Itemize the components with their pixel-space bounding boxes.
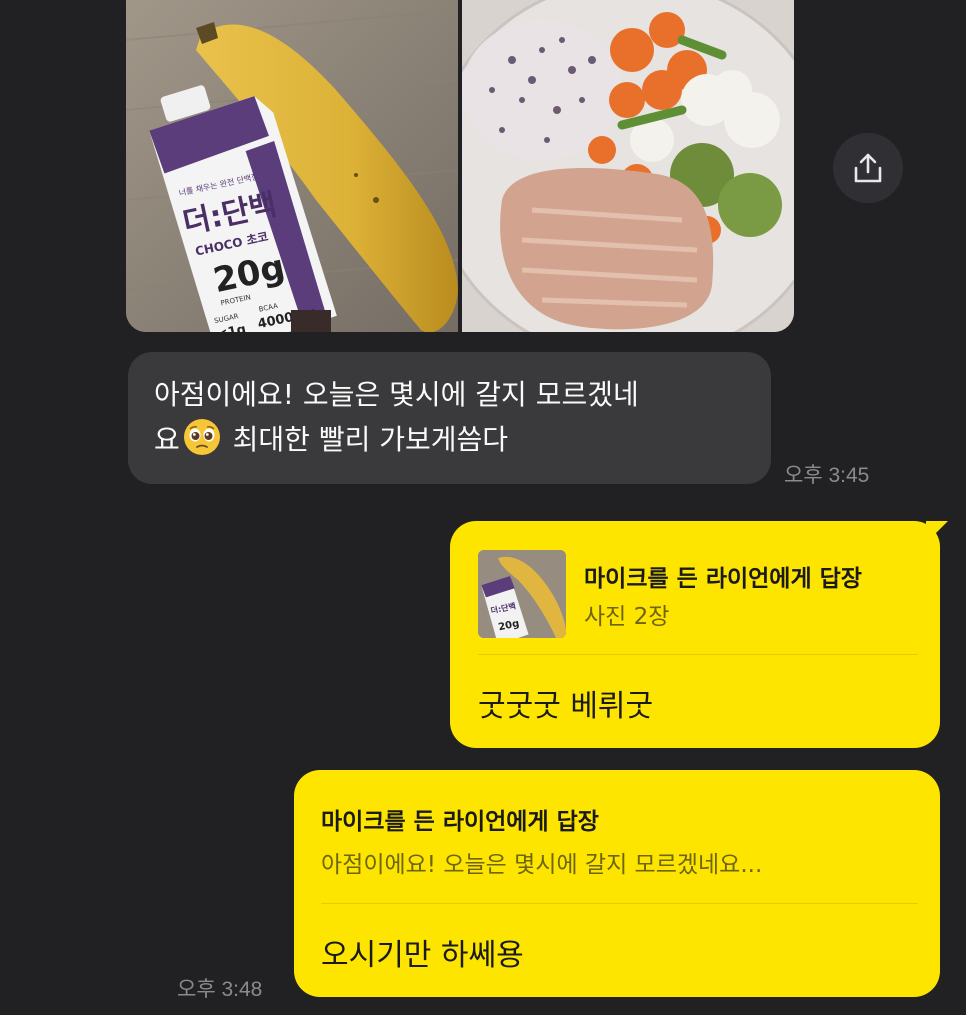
reply-to-title: 마이크를 든 라이언에게 답장 xyxy=(584,566,862,592)
outgoing-message-time: 오후 3:48 xyxy=(177,978,263,1001)
incoming-message-bubble[interactable]: 아점이에요! 오늘은 몇시에 갈지 모르겠네 요 최대한 빨리 가보게씀다 xyxy=(128,352,771,484)
thumbnail-image: 더:단백 20g xyxy=(478,550,566,638)
incoming-message-time: 오후 3:45 xyxy=(784,464,870,487)
share-icon xyxy=(854,153,882,183)
pleading-face-emoji-icon xyxy=(182,417,222,457)
reply-photo-thumbnail[interactable]: 더:단백 20g xyxy=(478,550,566,638)
photo-meal-plate[interactable] xyxy=(462,0,794,332)
incoming-message-line2-prefix: 요 xyxy=(154,423,180,456)
outgoing-message-text-2: 오시기만 하쎄용 xyxy=(321,938,524,973)
outgoing-reply-bubble-2[interactable]: 마이크를 든 라이언에게 답장 아점이에요! 오늘은 몇시에 갈지 모르겠네요.… xyxy=(294,770,940,997)
incoming-message-line2: 요 최대한 빨리 가보게씀다 xyxy=(154,417,745,462)
reply-to-subtitle: 아점이에요! 오늘은 몇시에 갈지 모르겠네요... xyxy=(321,852,763,878)
incoming-message-line2-suffix: 최대한 빨리 가보게씀다 xyxy=(223,423,509,456)
reply-divider xyxy=(478,654,918,655)
photo-image-right xyxy=(462,0,794,332)
outgoing-message-text-1: 굿굿굿 베뤼굿 xyxy=(478,689,654,724)
reply-to-title: 마이크를 든 라이언에게 답장 xyxy=(321,809,599,835)
incoming-message-line1: 아점이에요! 오늘은 몇시에 갈지 모르겠네 xyxy=(154,378,639,411)
photo-protein-drink-banana[interactable]: 너를 채우는 완전 단백질 더:단백 CHOCO 초코 20g PROTEIN … xyxy=(126,0,458,332)
reply-to-subtitle: 사진 2장 xyxy=(584,604,670,630)
bubble-tail xyxy=(926,521,948,543)
share-button[interactable] xyxy=(833,133,903,203)
photo-image-left: 너를 채우는 완전 단백질 더:단백 CHOCO 초코 20g PROTEIN … xyxy=(126,0,458,332)
outgoing-reply-bubble-1[interactable]: 더:단백 20g 마이크를 든 라이언에게 답장 사진 2장 굿굿굿 베뤼굿 xyxy=(450,521,948,748)
reply-divider xyxy=(321,903,918,904)
